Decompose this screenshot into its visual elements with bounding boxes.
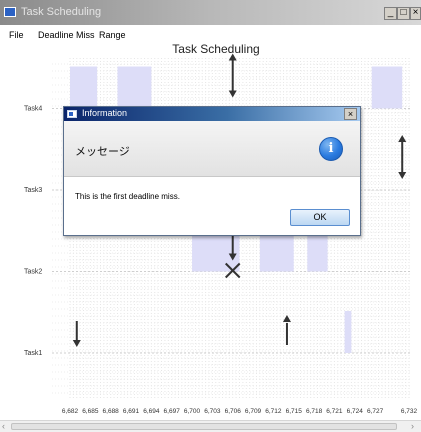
dialog-app-icon [67,110,77,118]
task-axis-label: Task3 [24,187,42,194]
task-axis-label: Task4 [24,106,42,113]
x-tick-label: 6,715 [286,408,303,415]
x-tick-label: 6,712 [265,408,282,415]
dialog-header: メッセージ i [64,121,360,177]
x-tick-label: 6,718 [306,408,323,415]
scroll-right-arrow-icon[interactable]: › [411,421,414,431]
task-scheduling-window: Task Scheduling _ □ × File Deadline Miss… [0,0,421,432]
arrow-head-down [228,90,237,98]
menu-range[interactable]: Range [99,30,126,40]
menu-bar: File Deadline Miss Range [0,27,421,43]
dialog-message: This is the first deadline miss. [75,192,180,201]
app-icon [4,7,16,17]
task-bar [117,66,152,109]
information-dialog: Information × メッセージ i This is the first … [63,106,361,236]
x-tick-label: 6,721 [326,408,343,415]
x-tick-label: 6,727 [367,408,384,415]
x-tick-label: 6,700 [184,408,201,415]
window-titlebar[interactable]: Task Scheduling _ □ × [0,0,421,25]
minimize-button[interactable]: _ [384,7,397,20]
arrow-head-down [398,172,407,179]
x-tick-label: 6,703 [204,408,221,415]
x-tick-label: 6,694 [143,408,160,415]
dialog-title: Information [82,108,128,118]
release-deadline-arrow-icon [228,53,237,98]
x-tick-label: 6,697 [164,408,181,415]
dialog-close-button[interactable]: × [344,108,357,120]
x-tick-label: 6,732 [401,408,418,415]
horizontal-scrollbar[interactable]: ‹ › [0,420,421,432]
x-tick-label: 6,688 [103,408,120,415]
release-deadline-arrow-icon [398,135,407,179]
arrow-head-up [398,135,407,142]
task-bar [371,66,403,109]
x-tick-label: 6,706 [225,408,242,415]
dialog-header-text: メッセージ [75,146,130,158]
maximize-button[interactable]: □ [397,7,410,20]
x-tick-label: 6,682 [62,408,79,415]
task-bar [70,66,98,109]
dialog-titlebar[interactable]: Information × [64,107,360,121]
task-axis-label: Task2 [24,269,42,276]
scroll-left-arrow-icon[interactable]: ‹ [2,421,5,431]
x-tick-label: 6,691 [123,408,140,415]
x-tick-label: 6,685 [82,408,99,415]
x-tick-label: 6,724 [347,408,364,415]
x-tick-label: 6,709 [245,408,262,415]
menu-deadline-miss[interactable]: Deadline Miss [38,30,95,40]
window-title: Task Scheduling [21,6,102,18]
scrollbar-thumb[interactable] [11,423,397,430]
menu-file[interactable]: File [9,30,24,40]
close-button[interactable]: × [410,7,421,20]
task-axis-label: Task1 [24,350,42,357]
ok-button[interactable]: OK [290,209,350,226]
deadline-arrow-icon [72,321,81,347]
chart-title: Task Scheduling [172,42,259,56]
task-bar [344,311,352,353]
info-icon: i [319,137,343,161]
